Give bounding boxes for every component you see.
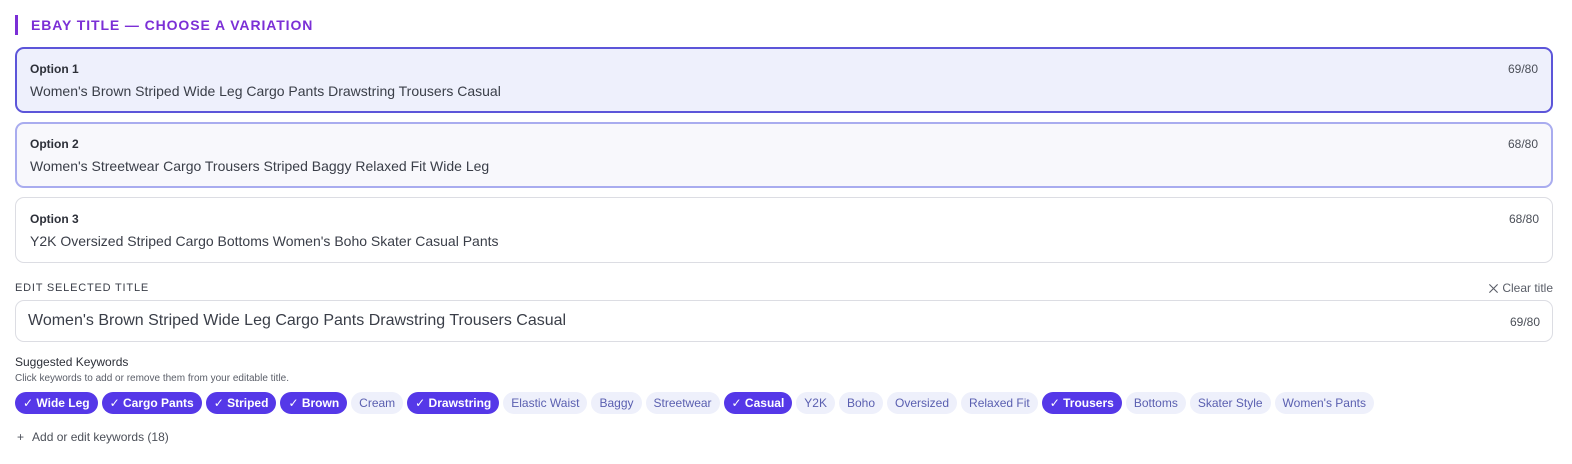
keyword-chip[interactable]: ✓ Striped [205,392,277,414]
keyword-chip[interactable]: ✓ Wide Leg [15,392,98,414]
keyword-chip[interactable]: Skater Style [1189,392,1271,414]
keyword-chip[interactable]: ✓ Drawstring [407,392,500,414]
add-keywords-button[interactable]: + Add or edit keywords (18) [17,430,169,444]
keyword-chip[interactable]: Cream [351,392,404,414]
keyword-chip[interactable]: ✓ Brown [280,392,348,414]
keyword-chip[interactable]: ✓ Cargo Pants [101,392,202,414]
keyword-chip[interactable]: Y2K [796,392,835,414]
keyword-chip[interactable]: Baggy [591,392,642,414]
option-char-count: 68/80 [1507,137,1538,151]
option-title-text: Women's Brown Striped Wide Leg Cargo Pan… [30,83,501,99]
keyword-chip[interactable]: Oversized [887,392,958,414]
title-char-count: 69/80 [1509,315,1540,329]
option-label: Option 3 [30,212,79,226]
option-char-count: 69/80 [1507,62,1538,76]
keyword-chip[interactable]: ✓ Trousers [1041,392,1122,414]
close-icon [1489,283,1499,293]
title-option-1[interactable]: Option 1 69/80 Women's Brown Striped Wid… [15,47,1553,113]
section-header: EBAY TITLE — CHOOSE A VARIATION [15,15,313,35]
edit-title-label: EDIT SELECTED TITLE [15,282,149,294]
keyword-chip[interactable]: ✓ Casual [723,392,793,414]
option-char-count: 68/80 [1508,212,1539,226]
option-label: Option 2 [30,137,79,151]
keywords-hint: Click keywords to add or remove them fro… [15,373,289,384]
keyword-chips: ✓ Wide Leg ✓ Cargo Pants ✓ Striped ✓ Bro… [15,392,1374,414]
keyword-chip[interactable]: Relaxed Fit [961,392,1038,414]
clear-title-button[interactable]: Clear title [1488,281,1553,295]
add-keywords-label: Add or edit keywords (18) [32,430,169,444]
option-label: Option 1 [30,62,79,76]
plus-icon: + [17,430,25,444]
keyword-chip[interactable]: Streetwear [645,392,720,414]
title-option-3[interactable]: Option 3 68/80 Y2K Oversized Striped Car… [15,197,1553,263]
keyword-chip[interactable]: Elastic Waist [503,392,588,414]
title-input[interactable] [28,301,1468,341]
title-input-container: 69/80 [15,300,1553,342]
title-option-2[interactable]: Option 2 68/80 Women's Streetwear Cargo … [15,122,1553,188]
option-title-text: Y2K Oversized Striped Cargo Bottoms Wome… [30,233,499,249]
section-title: EBAY TITLE — CHOOSE A VARIATION [31,17,314,33]
keywords-heading: Suggested Keywords [15,355,129,369]
keyword-chip[interactable]: Women's Pants [1274,392,1374,414]
keyword-chip[interactable]: Bottoms [1125,392,1186,414]
keyword-chip[interactable]: Boho [838,392,884,414]
clear-title-label: Clear title [1502,281,1553,295]
option-title-text: Women's Streetwear Cargo Trousers Stripe… [30,158,490,174]
